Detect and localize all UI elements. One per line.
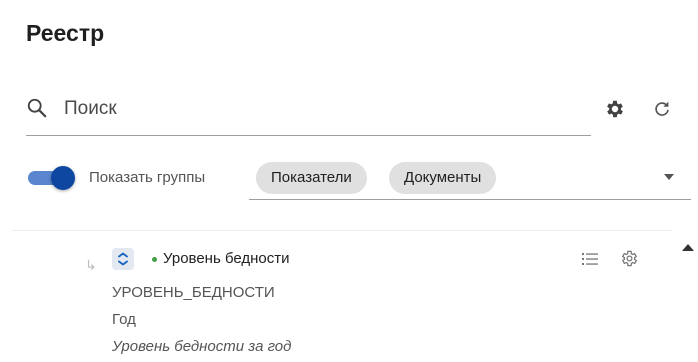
page-title: Реестр (26, 20, 105, 46)
chip-indicators[interactable]: Показатели (256, 162, 367, 194)
status-dot (152, 257, 157, 262)
list-icon[interactable] (581, 250, 599, 268)
refresh-icon[interactable] (651, 98, 673, 120)
toggle-label: Показать группы (89, 169, 206, 186)
chevron-down-icon[interactable] (664, 174, 674, 180)
toggle-knob (51, 166, 75, 190)
item-description: Уровень бедности за год (112, 338, 292, 355)
settings-icon[interactable] (620, 249, 639, 268)
search-field[interactable] (26, 93, 591, 136)
collapse-icon[interactable] (112, 248, 134, 270)
chip-documents[interactable]: Документы (389, 162, 497, 194)
search-icon (27, 98, 47, 118)
tree-branch-icon: ↳ (85, 257, 97, 273)
item-title[interactable]: Уровень бедности (163, 250, 290, 267)
search-input[interactable] (64, 96, 584, 122)
divider (12, 230, 672, 231)
show-groups-toggle[interactable] (28, 166, 76, 190)
item-period: Год (112, 311, 136, 328)
scroll-up-arrow-icon[interactable] (682, 244, 694, 251)
gear-icon[interactable] (604, 98, 626, 120)
item-code: УРОВЕНЬ_БЕДНОСТИ (112, 284, 275, 301)
type-filter-select[interactable]: Показатели Документы (249, 159, 691, 200)
